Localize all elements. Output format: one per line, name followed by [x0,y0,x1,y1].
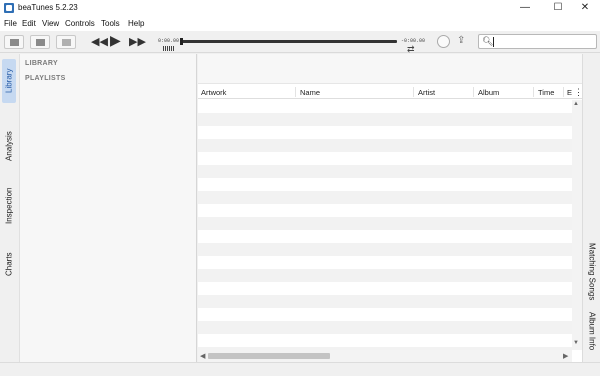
table-row[interactable] [198,295,572,308]
network-button[interactable] [56,35,76,49]
play-button[interactable]: ▶ [110,33,121,47]
window-title: beaTunes 5.2.23 [18,3,78,12]
column-divider[interactable] [473,87,474,97]
sidebar-heading-library[interactable]: LIBRARY [25,60,58,67]
progress-track[interactable] [181,40,397,43]
column-name[interactable]: Name [300,88,320,97]
tab-library[interactable]: Library [2,59,16,103]
maximize-button[interactable]: ☐ [543,0,573,17]
status-bar [0,362,600,376]
menu-view[interactable]: View [42,19,59,28]
column-artwork[interactable]: Artwork [201,88,226,97]
table-row[interactable] [198,152,572,165]
tab-charts[interactable]: Charts [2,249,16,279]
sidebar-heading-playlists[interactable]: PLAYLISTS [25,75,66,82]
column-divider[interactable] [563,87,564,97]
column-divider[interactable] [413,87,414,97]
column-divider[interactable] [295,87,296,97]
library-icon [10,39,19,46]
table-row[interactable] [198,191,572,204]
tab-matching-songs[interactable]: Matching Songs [585,242,599,302]
table-row[interactable] [198,165,572,178]
level-meter [163,46,175,51]
menu-bar: File Edit View Controls Tools Help [0,17,600,31]
horizontal-scrollbar[interactable]: ◀ ▶ [198,350,572,362]
table-rows [198,100,572,350]
table-top-panel [198,54,582,84]
table-row[interactable] [198,243,572,256]
sidebar: LIBRARY PLAYLISTS [19,54,197,362]
next-button[interactable]: ▶▶ [129,35,146,49]
menu-tools[interactable]: Tools [101,19,120,28]
column-divider[interactable] [533,87,534,97]
left-tab-strip: Library Analysis Inspection Charts [0,54,18,362]
song-table: Artwork Name Artist Album Time E ⋮ ▲ ▼ ◀… [198,54,583,362]
table-row[interactable] [198,100,572,113]
folder-icon [36,39,45,46]
tab-analysis[interactable]: Analysis [2,126,16,166]
previous-button[interactable]: ◀◀ [91,35,108,49]
elapsed-time: 0:00.00 [158,38,180,44]
scroll-left-icon[interactable]: ◀ [200,352,205,360]
table-row[interactable] [198,334,572,347]
search-icon: 🔍︎ [482,36,494,46]
table-row[interactable] [198,321,572,334]
network-icon [62,39,71,46]
table-row[interactable] [198,282,572,295]
search-input[interactable] [493,37,593,47]
menu-file[interactable]: File [4,19,17,28]
column-album[interactable]: Album [478,88,499,97]
tab-album-info[interactable]: Album Info [585,311,599,351]
table-row[interactable] [198,126,572,139]
vertical-scrollbar[interactable]: ▲ ▼ [572,100,582,350]
horizontal-scroll-thumb[interactable] [208,353,330,359]
app-icon [4,3,14,13]
menu-help[interactable]: Help [128,19,144,28]
column-artist[interactable]: Artist [418,88,435,97]
close-button[interactable]: ✕ [570,0,600,17]
menu-edit[interactable]: Edit [22,19,36,28]
table-row[interactable] [198,204,572,217]
volume-knob[interactable] [437,35,450,48]
column-header-row: Artwork Name Artist Album Time E ⋮ [198,85,583,99]
table-row[interactable] [198,113,572,126]
right-tab-strip: Matching Songs Album Info [582,54,600,362]
table-row[interactable] [198,178,572,191]
menu-controls[interactable]: Controls [65,19,95,28]
scroll-right-icon[interactable]: ▶ [563,352,568,360]
table-row[interactable] [198,139,572,152]
table-row[interactable] [198,308,572,321]
search-box[interactable]: 🔍︎ [478,34,597,49]
share-icon[interactable]: ⇪ [457,35,465,46]
column-e[interactable]: E [567,88,572,97]
scroll-down-icon[interactable]: ▼ [573,340,579,346]
table-row[interactable] [198,217,572,230]
table-row[interactable] [198,256,572,269]
minimize-button[interactable]: — [510,0,540,17]
folder-view-button[interactable] [30,35,50,49]
progress-knob[interactable] [180,38,183,45]
tab-inspection[interactable]: Inspection [2,184,16,228]
table-row[interactable] [198,269,572,282]
library-view-button[interactable] [4,35,24,49]
column-time[interactable]: Time [538,88,554,97]
title-bar: beaTunes 5.2.23 — ☐ ✕ [0,0,600,17]
table-row[interactable] [198,230,572,243]
scroll-up-icon[interactable]: ▲ [573,101,579,107]
